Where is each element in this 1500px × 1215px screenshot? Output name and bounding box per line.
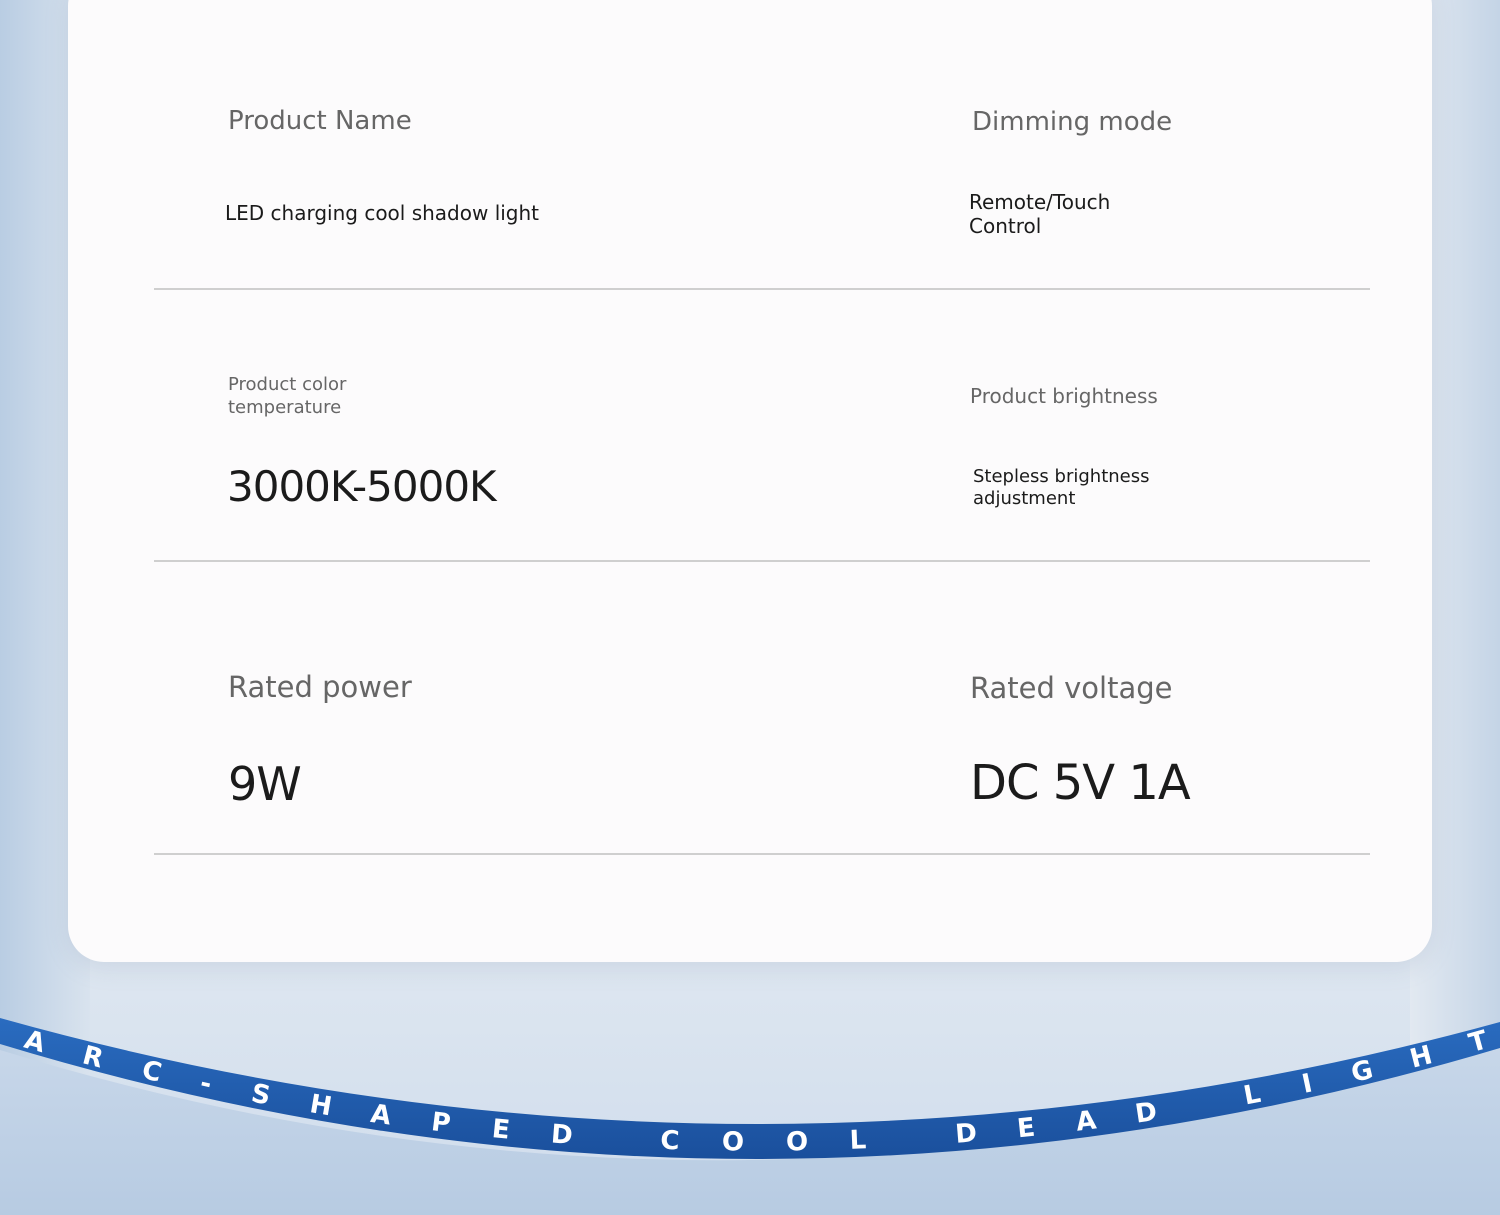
rated-voltage-label: Rated voltage bbox=[970, 671, 1173, 705]
dimming-mode-label: Dimming mode bbox=[972, 107, 1173, 137]
arc-banner-letter: D bbox=[550, 1119, 574, 1151]
arc-banner-letter: O bbox=[786, 1127, 809, 1157]
rated-power-label: Rated power bbox=[228, 670, 412, 704]
brightness-label: Product brightness bbox=[970, 384, 1158, 408]
product-name-label: Product Name bbox=[228, 106, 412, 136]
arc-banner-letter: A bbox=[369, 1099, 393, 1132]
arc-banner-letter: E bbox=[1016, 1113, 1037, 1145]
arc-banner-letter: D bbox=[954, 1118, 978, 1150]
dimming-mode-value-line1: Remote/Touch bbox=[969, 190, 1111, 214]
arc-banner-letter: E bbox=[491, 1114, 512, 1146]
rated-voltage-value: DC 5V 1A bbox=[970, 755, 1191, 811]
product-name-value: LED charging cool shadow light bbox=[225, 201, 540, 225]
arc-banner: A R C - S H A P E D C O O L D E A DL I G H T bbox=[0, 1018, 1500, 1215]
dimming-mode-value-line2: Control bbox=[969, 214, 1042, 238]
color-temperature-label-line1: Product color bbox=[228, 374, 347, 395]
arc-banner-letter: L bbox=[849, 1125, 867, 1156]
color-temperature-value: 3000K-5000K bbox=[227, 462, 497, 511]
brightness-value-line1: Stepless brightness bbox=[973, 466, 1150, 487]
arc-lower-area bbox=[0, 1030, 1500, 1215]
arc-banner-letter: C bbox=[660, 1126, 680, 1157]
rated-power-value: 9W bbox=[228, 757, 302, 811]
arc-banner-letter: A bbox=[1074, 1105, 1098, 1137]
arc-banner-letter: O bbox=[722, 1127, 744, 1157]
arc-banner-letter: P bbox=[430, 1107, 453, 1139]
row-divider-2 bbox=[154, 560, 1370, 562]
row-divider-3 bbox=[154, 853, 1370, 855]
color-temperature-label-line2: temperature bbox=[228, 397, 342, 418]
arc-banner-letter: D bbox=[1133, 1097, 1159, 1130]
row-divider-1 bbox=[154, 288, 1370, 290]
brightness-value-line2: adjustment bbox=[973, 488, 1076, 509]
